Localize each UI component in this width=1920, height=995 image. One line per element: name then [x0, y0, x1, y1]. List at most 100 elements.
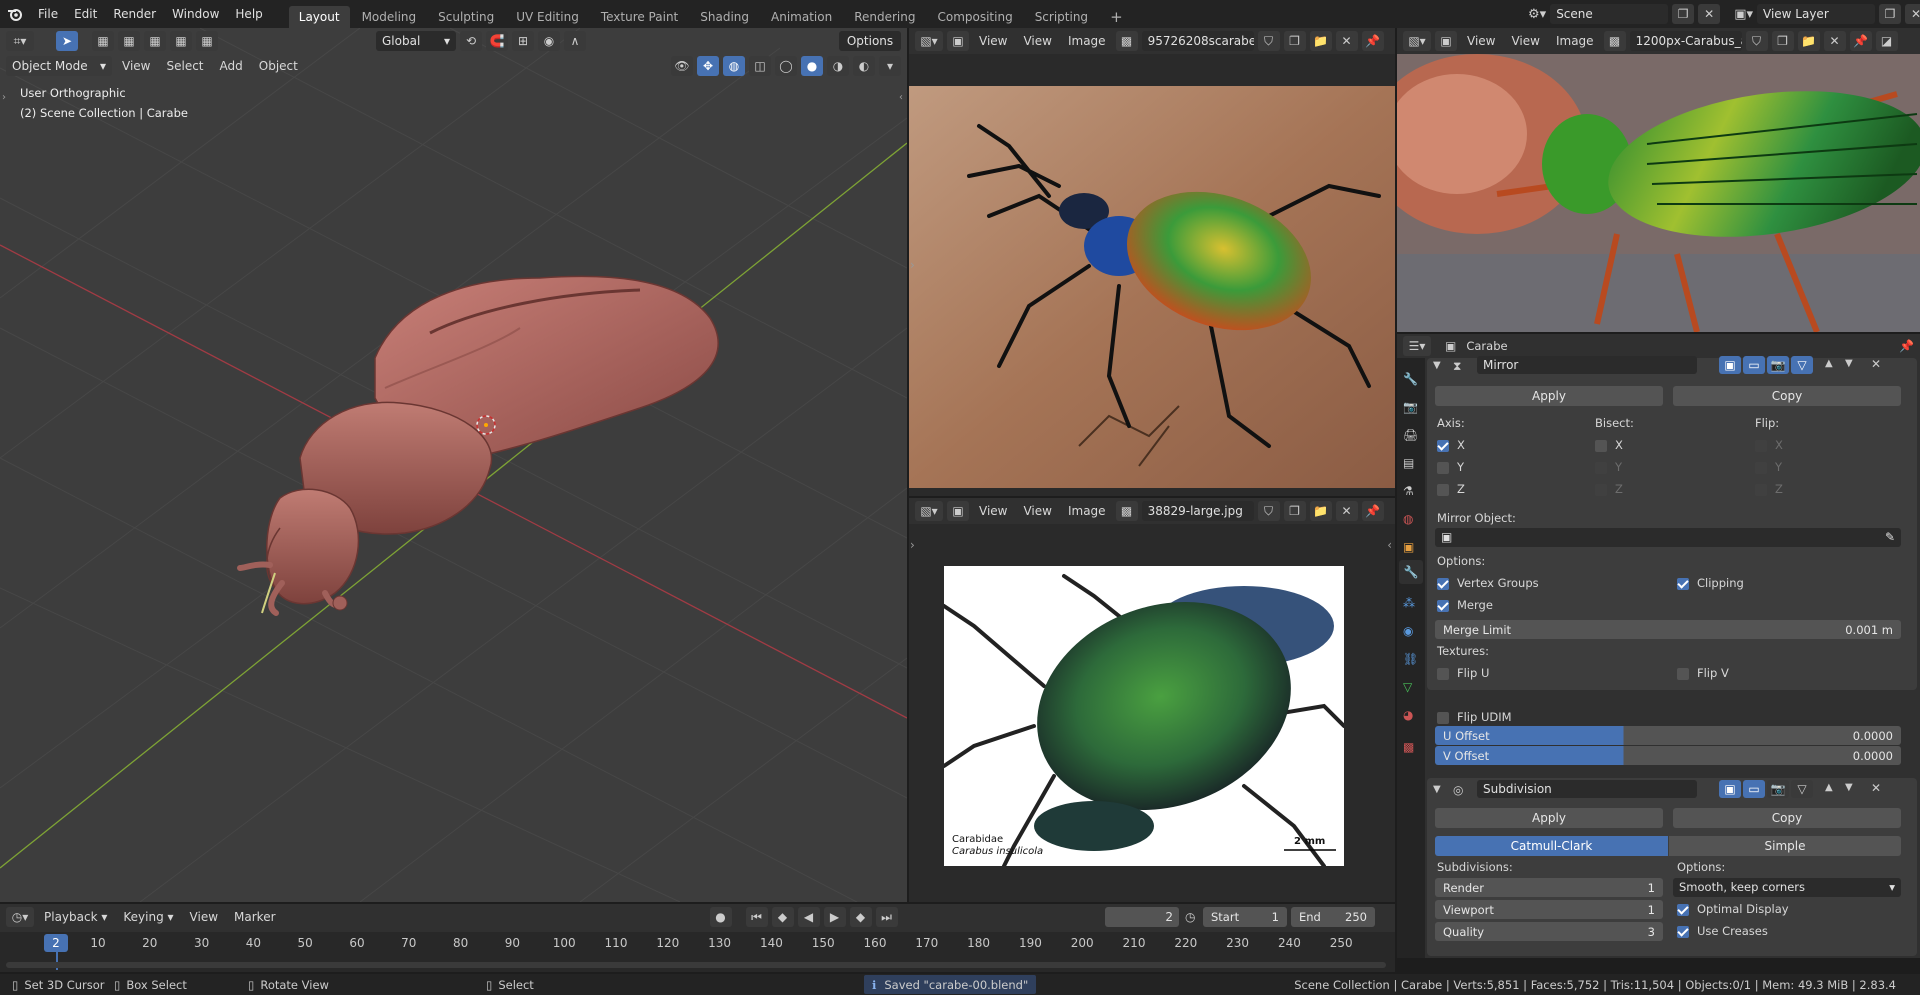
image-editor-2[interactable]: ▧▾ ▣ View View Image ▩ 1200px-Carabus_au… [1397, 28, 1920, 332]
image-1-canvas[interactable] [909, 86, 1395, 488]
material-shading-icon[interactable]: ◑ [827, 56, 849, 76]
select-mode-extend-icon[interactable]: ▦ [118, 31, 140, 51]
timeline-menu-view[interactable]: View [184, 906, 224, 928]
new-image-icon[interactable]: ❐ [1283, 31, 1306, 51]
menu-render[interactable]: Render [105, 0, 164, 28]
snap-target-icon[interactable]: ⊞ [512, 31, 534, 51]
eyedropper-icon[interactable]: ✎ [1885, 528, 1895, 547]
image-browse-icon[interactable]: ▩ [1603, 31, 1626, 51]
flip-y-checkbox[interactable]: Y [1755, 460, 1782, 474]
jump-start-icon[interactable]: ⏮ [745, 907, 768, 927]
wireframe-shading-icon[interactable]: ◯ [775, 56, 797, 76]
image-browse-icon[interactable]: ▩ [1115, 31, 1138, 51]
view-layer-delete-icon[interactable]: ✕ [1905, 4, 1920, 24]
quality-field[interactable]: Quality 3 [1435, 922, 1663, 941]
timeline-menu-marker[interactable]: Marker [228, 906, 281, 928]
image-editor-1-toolbar-toggle[interactable]: › [910, 258, 915, 272]
viewport-menu-select[interactable]: Select [160, 55, 209, 77]
record-icon[interactable]: ● [709, 907, 732, 927]
tab-sculpting[interactable]: Sculpting [428, 6, 504, 28]
properties-type-icon[interactable]: ☰▾ [1403, 336, 1431, 356]
select-mode-set-icon[interactable]: ▦ [92, 31, 114, 51]
new-image-icon[interactable]: ❐ [1283, 501, 1306, 521]
scene-name-field[interactable]: Scene [1550, 4, 1669, 24]
image-editor-3-menu-view[interactable]: View [1017, 500, 1057, 522]
open-image-icon[interactable]: 📁 [1309, 501, 1332, 521]
overlay-icon[interactable]: ◍ [723, 56, 745, 76]
image-editor-3-view-dropdown[interactable]: View [973, 500, 1013, 522]
select-mode-subtract-icon[interactable]: ▦ [144, 31, 166, 51]
cage-toggle-icon[interactable]: ▽ [1791, 356, 1813, 374]
rendered-shading-icon[interactable]: ◐ [853, 56, 875, 76]
optimal-display-checkbox[interactable]: Optimal Display [1677, 902, 1789, 916]
render-tab-icon[interactable]: 📷 [1403, 400, 1418, 414]
image-editor-3-mode-icon[interactable]: ▣ [947, 501, 969, 521]
bisect-y-checkbox[interactable]: Y [1595, 460, 1622, 474]
menu-window[interactable]: Window [164, 0, 227, 28]
image-2-canvas[interactable] [1397, 54, 1920, 332]
mirror-name-field[interactable]: Mirror [1477, 356, 1697, 374]
particles-tab-icon[interactable]: ⁂ [1403, 596, 1415, 610]
merge-checkbox[interactable]: Merge [1437, 598, 1493, 612]
tab-uv-editing[interactable]: UV Editing [506, 6, 589, 28]
menu-edit[interactable]: Edit [66, 0, 105, 28]
image-editor-3-toolbar-toggle[interactable]: › [910, 538, 915, 552]
modifier-tab-icon[interactable]: 🔧 [1399, 560, 1423, 584]
start-frame-field[interactable]: Start 1 [1203, 907, 1287, 927]
prev-keyframe-icon[interactable]: ◆ [771, 907, 794, 927]
tab-modeling[interactable]: Modeling [352, 6, 427, 28]
image-editor-3-sidebar-toggle[interactable]: ‹ [1387, 538, 1392, 552]
fake-user-icon[interactable]: ⛉ [1257, 501, 1280, 521]
viewport-menu-object[interactable]: Object [253, 55, 304, 77]
scene-icon[interactable]: ⚙▾ [1528, 7, 1546, 22]
menu-file[interactable]: File [30, 0, 66, 28]
image-editor-3[interactable]: ▧▾ ▣ View View Image ▩ 38829-large.jpg ⛉… [909, 498, 1395, 902]
mirror-object-field[interactable]: ▣ ✎ [1435, 528, 1901, 547]
collapse-arrow-icon[interactable]: ▼ [1433, 784, 1441, 795]
jump-end-icon[interactable]: ⏭ [875, 907, 898, 927]
remove-modifier-icon[interactable]: ✕ [1871, 357, 1881, 371]
view-layer-tab-icon[interactable]: ▤ [1403, 456, 1414, 470]
vertex-groups-checkbox[interactable]: Vertex Groups [1437, 576, 1539, 590]
image-editor-1-image-name[interactable]: 95726208scarabee... [1141, 31, 1254, 51]
image-editor-2-menu-view[interactable]: View [1505, 30, 1545, 52]
viewport-menu-view[interactable]: View [116, 55, 156, 77]
image-editor-2-type-icon[interactable]: ▧▾ [1403, 31, 1431, 51]
image-editor-3-menu-image[interactable]: Image [1062, 500, 1112, 522]
timeline-type-icon[interactable]: ◷▾ [6, 907, 34, 927]
blender-logo-icon[interactable] [0, 7, 30, 21]
timeline-ruler[interactable]: 2 10 20 30 40 50 60 70 80 90 100 110 120 130 140 150 16… [0, 932, 1395, 972]
image-editor-2-mode-icon[interactable]: ▣ [1435, 31, 1457, 51]
move-up-icon[interactable]: ▲ [1825, 782, 1833, 793]
timeline-menu-keying[interactable]: Keying ▾ [117, 906, 179, 928]
proportional-edit-icon[interactable]: ◉ [538, 31, 560, 51]
render-levels-field[interactable]: Render 1 [1435, 878, 1663, 897]
image-editor-1[interactable]: ▧▾ ▣ View View Image ▩ 95726208scarabee.… [909, 28, 1395, 496]
view-layer-new-icon[interactable]: ❐ [1879, 4, 1901, 24]
flip-u-checkbox[interactable]: Flip U [1437, 666, 1489, 680]
editor-options-icon[interactable]: ◪ [1875, 31, 1898, 51]
next-keyframe-icon[interactable]: ◆ [849, 907, 872, 927]
transform-orientation-dropdown[interactable]: Global ▾ [376, 31, 456, 51]
mirror-copy-button[interactable]: Copy [1673, 386, 1901, 406]
axis-x-checkbox[interactable]: X [1437, 438, 1465, 452]
u-offset-slider[interactable]: U Offset 0.0000 [1435, 726, 1901, 745]
physics-tab-icon[interactable]: ◉ [1403, 624, 1413, 638]
editor-type-icon[interactable]: ⌗▾ [6, 31, 34, 51]
open-image-icon[interactable]: 📁 [1797, 31, 1820, 51]
pin-icon[interactable]: 📌 [1361, 31, 1384, 51]
image-editor-1-view-dropdown[interactable]: View [973, 30, 1013, 52]
image-editor-2-view-dropdown[interactable]: View [1461, 30, 1501, 52]
output-tab-icon[interactable]: 🖨 [1403, 428, 1418, 442]
3d-viewport[interactable]: ⌗▾ ➤ ▦ ▦ ▦ ▦ ▦ Global ▾ ⟲ 🧲 ⊞ ◉ ∧ Options… [0, 28, 907, 902]
gizmo-icon[interactable]: ✥ [697, 56, 719, 76]
tab-animation[interactable]: Animation [761, 6, 842, 28]
collapse-arrow-icon[interactable]: ▼ [1433, 360, 1441, 371]
select-tool-icon[interactable]: ➤ [56, 31, 78, 51]
tab-scripting[interactable]: Scripting [1025, 6, 1098, 28]
end-frame-field[interactable]: End 250 [1291, 907, 1375, 927]
merge-limit-field[interactable]: Merge Limit 0.001 m [1435, 620, 1901, 639]
toolbar-expand-icon[interactable]: › [2, 92, 6, 103]
edit-mode-toggle-icon[interactable]: ▣ [1719, 780, 1741, 798]
v-offset-slider[interactable]: V Offset 0.0000 [1435, 746, 1901, 765]
